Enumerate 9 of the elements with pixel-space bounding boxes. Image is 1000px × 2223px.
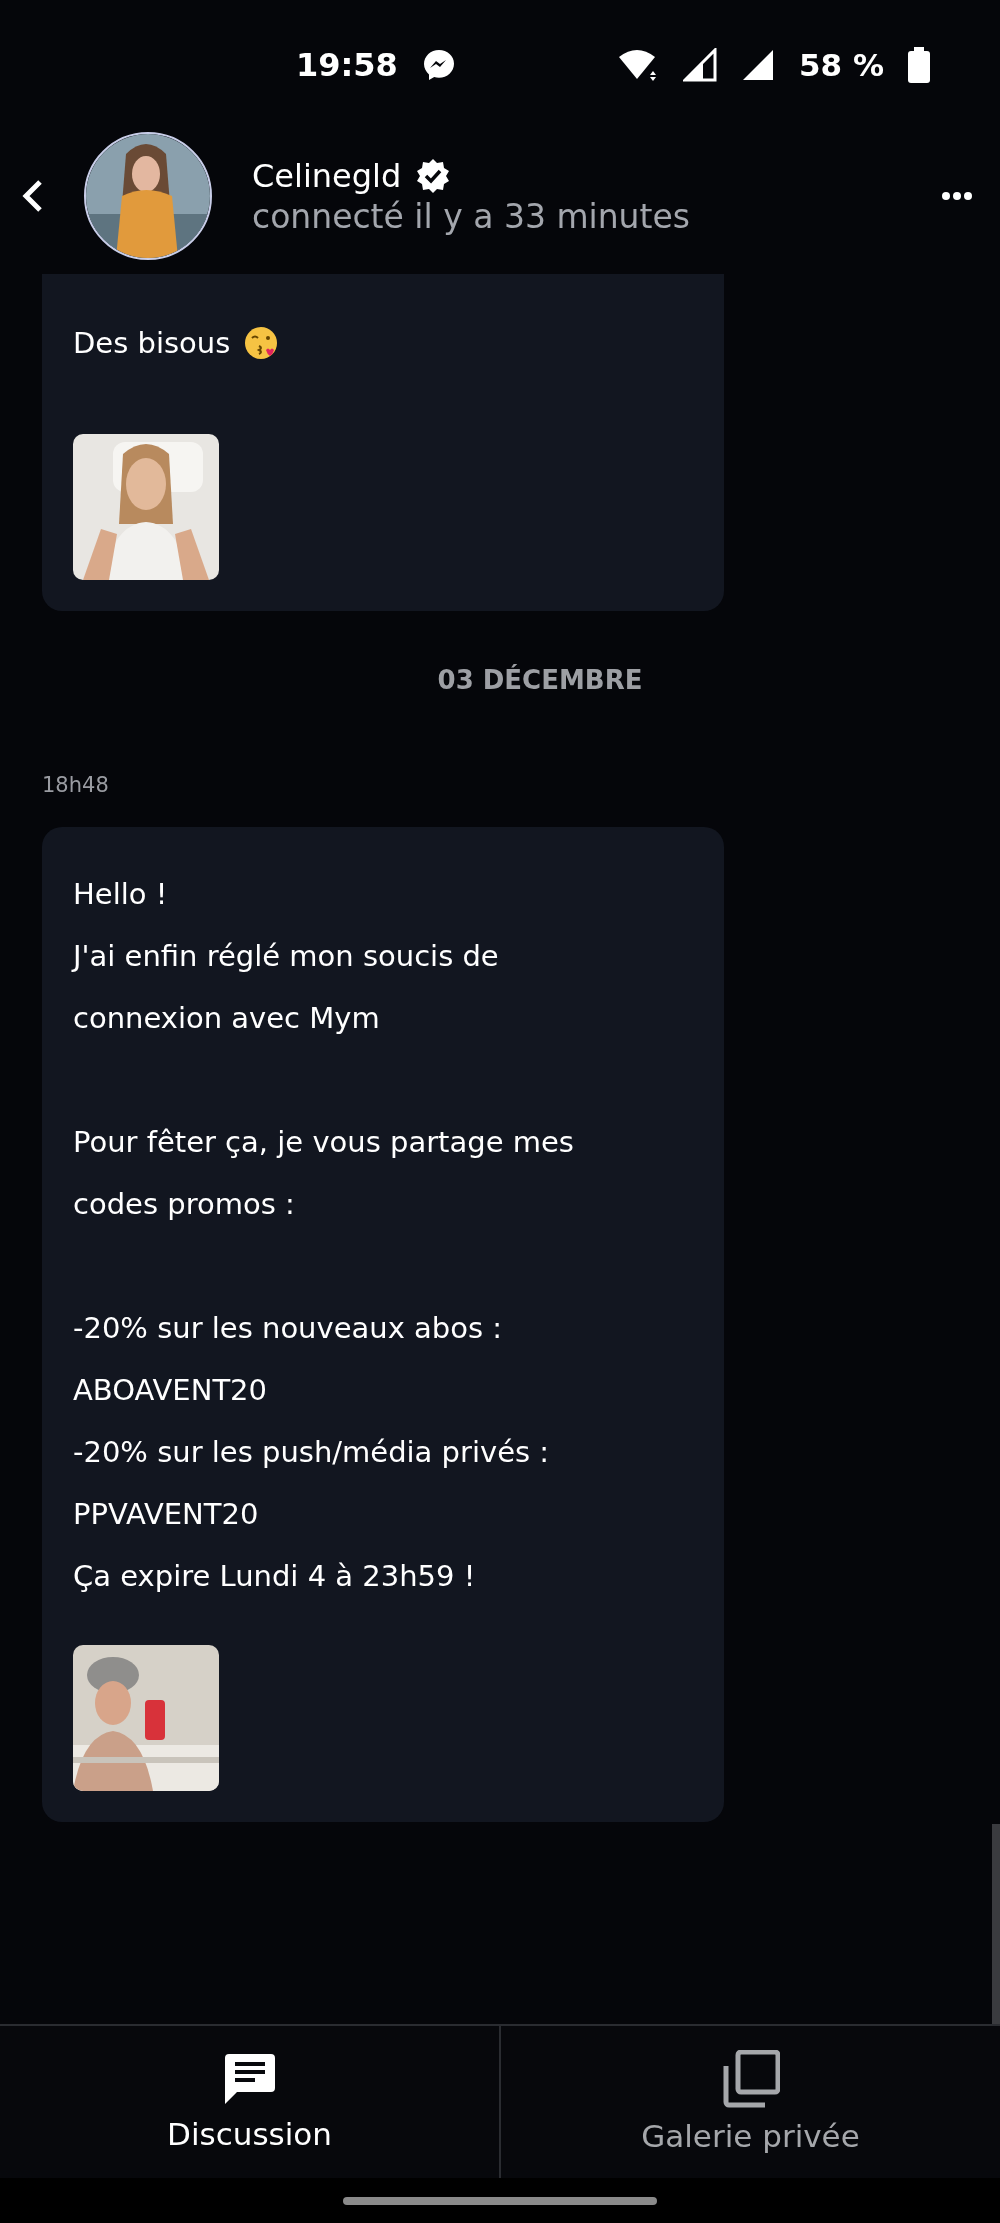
date-separator: 03 DÉCEMBRE [437, 665, 643, 695]
contact-name: Celinegld [252, 156, 402, 195]
presence-status: connecté il y a 33 minutes [252, 196, 691, 236]
message-time: 18h48 [42, 773, 110, 797]
status-time: 19:58 [296, 46, 398, 84]
message-text: Hello ! J'ai enfin réglé mon soucis de connexion avec Mym Pour fêter ça, je vous partage mes codes promos : -20% sur les nouveaux abos : ABOAVENT20 -20% sur les push/média privés : PPVAVENT20 Ça expire Lundi 4 à 23h59 ! [73, 876, 574, 1595]
message-text: Des bisous [73, 325, 231, 362]
nav-tab[interactable]: Discussion [0, 2026, 499, 2178]
battery-level: 58 % [799, 47, 884, 83]
